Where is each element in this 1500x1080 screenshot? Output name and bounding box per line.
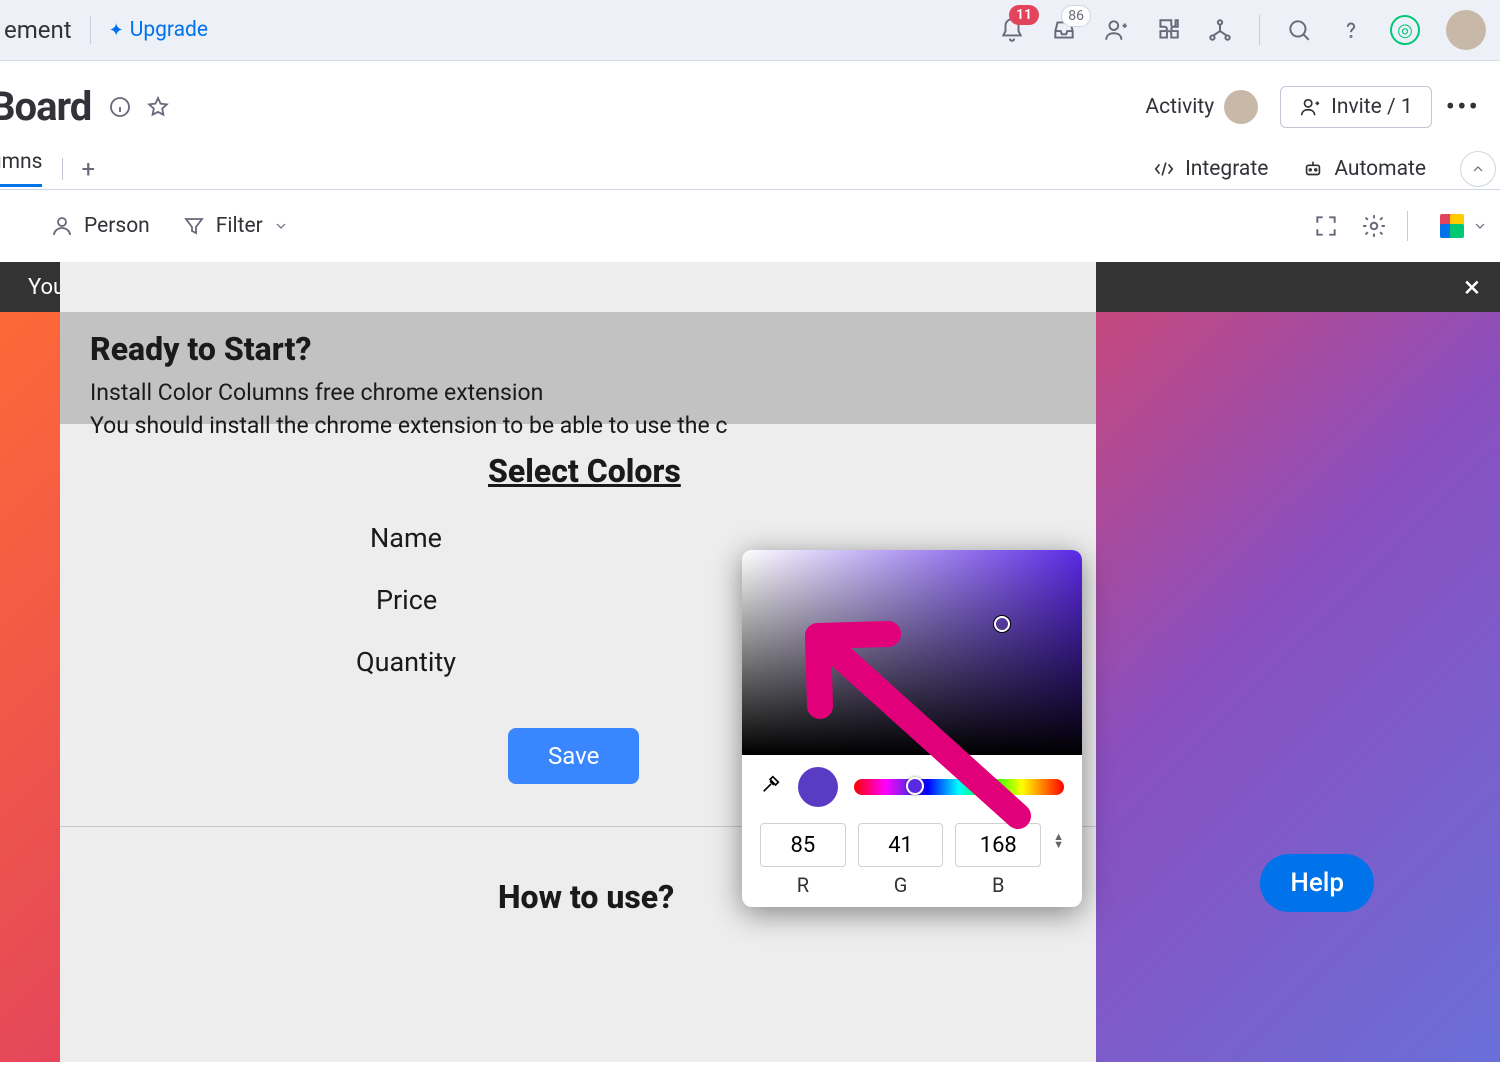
person-plus-icon: [1299, 96, 1321, 118]
robot-icon: [1302, 158, 1324, 180]
g-label: G: [894, 873, 908, 897]
inbox-button[interactable]: 86: [1051, 17, 1077, 43]
filter-label: Filter: [216, 214, 263, 238]
top-bar-left: ement ✦ Upgrade: [14, 16, 208, 44]
divider: [1407, 211, 1408, 241]
install-line: Install Color Columns free chrome extens…: [90, 376, 990, 409]
org-button[interactable]: [1207, 17, 1233, 43]
workspace-name-truncated: ement: [4, 16, 72, 44]
apps-button[interactable]: [1155, 17, 1181, 43]
color-picker-popover: R G B ▲▼: [742, 550, 1082, 907]
row-label-quantity: Quantity: [356, 646, 456, 678]
favorite-button[interactable]: [143, 92, 173, 122]
r-input[interactable]: [760, 823, 846, 867]
shield-check-icon: ◎: [1397, 20, 1413, 41]
color-palette-button[interactable]: [1440, 214, 1488, 238]
g-input[interactable]: [858, 823, 944, 867]
info-icon: [108, 95, 132, 119]
r-label: R: [797, 873, 809, 897]
chevron-down-icon: [1472, 218, 1488, 234]
palette-icon: [1440, 214, 1464, 238]
top-bar: ement ✦ Upgrade 11 86: [0, 0, 1500, 61]
b-label: B: [992, 873, 1004, 897]
board-header: Board Activity Invite / 1 •••: [0, 61, 1500, 148]
tabs-row: umns + Integrate Automate: [0, 148, 1500, 190]
help-icon-button[interactable]: [1338, 17, 1364, 43]
inbox-badge: 86: [1061, 5, 1091, 27]
gear-icon: [1361, 213, 1387, 239]
activity-label: Activity: [1145, 95, 1214, 119]
current-color-swatch: [798, 767, 838, 807]
expand-icon: [1313, 213, 1339, 239]
divider: [90, 16, 91, 44]
filter-button[interactable]: Filter: [182, 214, 289, 238]
eyedropper-button[interactable]: [760, 773, 782, 801]
star-icon: [146, 95, 170, 119]
chevron-down-icon: [273, 218, 289, 234]
board-menu-button[interactable]: •••: [1446, 90, 1480, 123]
upgrade-label: Upgrade: [130, 18, 208, 42]
person-plus-icon: [1103, 17, 1129, 43]
row-label-price: Price: [376, 584, 437, 616]
board-info-button[interactable]: [105, 92, 135, 122]
tab-active[interactable]: umns: [0, 150, 42, 187]
invite-button[interactable]: Invite / 1: [1280, 86, 1431, 128]
content-stage: You have 14 days left on your Color Colu…: [0, 262, 1500, 1062]
b-input[interactable]: [955, 823, 1041, 867]
divider: [1259, 15, 1260, 45]
select-colors-title: Select Colors: [488, 452, 681, 490]
puzzle-icon: [1155, 17, 1181, 43]
notifications-badge: 11: [1009, 5, 1039, 25]
help-button[interactable]: Help: [1260, 854, 1374, 912]
saturation-value-canvas[interactable]: [742, 550, 1082, 755]
fullscreen-button[interactable]: [1313, 213, 1339, 239]
add-tab-button[interactable]: +: [81, 155, 95, 183]
hue-slider[interactable]: [854, 779, 1064, 795]
ready-title: Ready to Start?: [90, 330, 990, 368]
row-label-name: Name: [370, 522, 442, 554]
notifications-button[interactable]: 11: [999, 17, 1025, 43]
invite-label: Invite / 1: [1331, 95, 1412, 119]
person-icon: [50, 214, 74, 238]
eyedropper-icon: [760, 773, 782, 795]
search-button[interactable]: [1286, 17, 1312, 43]
automate-button[interactable]: Automate: [1302, 157, 1426, 181]
integrate-button[interactable]: Integrate: [1153, 157, 1268, 181]
user-avatar[interactable]: [1446, 10, 1486, 50]
integrate-label: Integrate: [1185, 157, 1268, 181]
automate-label: Automate: [1334, 157, 1426, 181]
should-install-line: You should install the chrome extension …: [90, 409, 990, 442]
top-bar-right: 11 86 ◎: [999, 10, 1486, 50]
collapse-button[interactable]: [1460, 151, 1496, 187]
invite-icon-button[interactable]: [1103, 17, 1129, 43]
trial-close-button[interactable]: ×: [1464, 270, 1480, 305]
upgrade-button[interactable]: ✦ Upgrade: [109, 18, 208, 42]
extension-intro: Ready to Start? Install Color Columns fr…: [90, 330, 990, 443]
chevron-up-icon: [1470, 161, 1486, 177]
verified-button[interactable]: ◎: [1390, 15, 1420, 45]
hue-thumb[interactable]: [906, 777, 924, 795]
activity-avatar: [1224, 90, 1258, 124]
question-icon: [1338, 17, 1364, 43]
person-label: Person: [84, 214, 150, 238]
filter-row: Person Filter: [0, 190, 1500, 262]
settings-button[interactable]: [1361, 213, 1387, 239]
save-button[interactable]: Save: [508, 728, 639, 784]
picker-cursor[interactable]: [994, 616, 1010, 632]
color-mode-toggle[interactable]: ▲▼: [1053, 833, 1064, 849]
filter-icon: [182, 214, 206, 238]
activity-button[interactable]: Activity: [1145, 90, 1258, 124]
org-icon: [1207, 17, 1233, 43]
how-to-use-title: How to use?: [498, 878, 674, 916]
sparkle-icon: ✦: [109, 20, 124, 41]
divider: [62, 158, 63, 180]
board-title[interactable]: Board: [0, 83, 91, 130]
integrate-icon: [1153, 158, 1175, 180]
search-icon: [1286, 17, 1312, 43]
person-filter[interactable]: Person: [50, 214, 150, 238]
